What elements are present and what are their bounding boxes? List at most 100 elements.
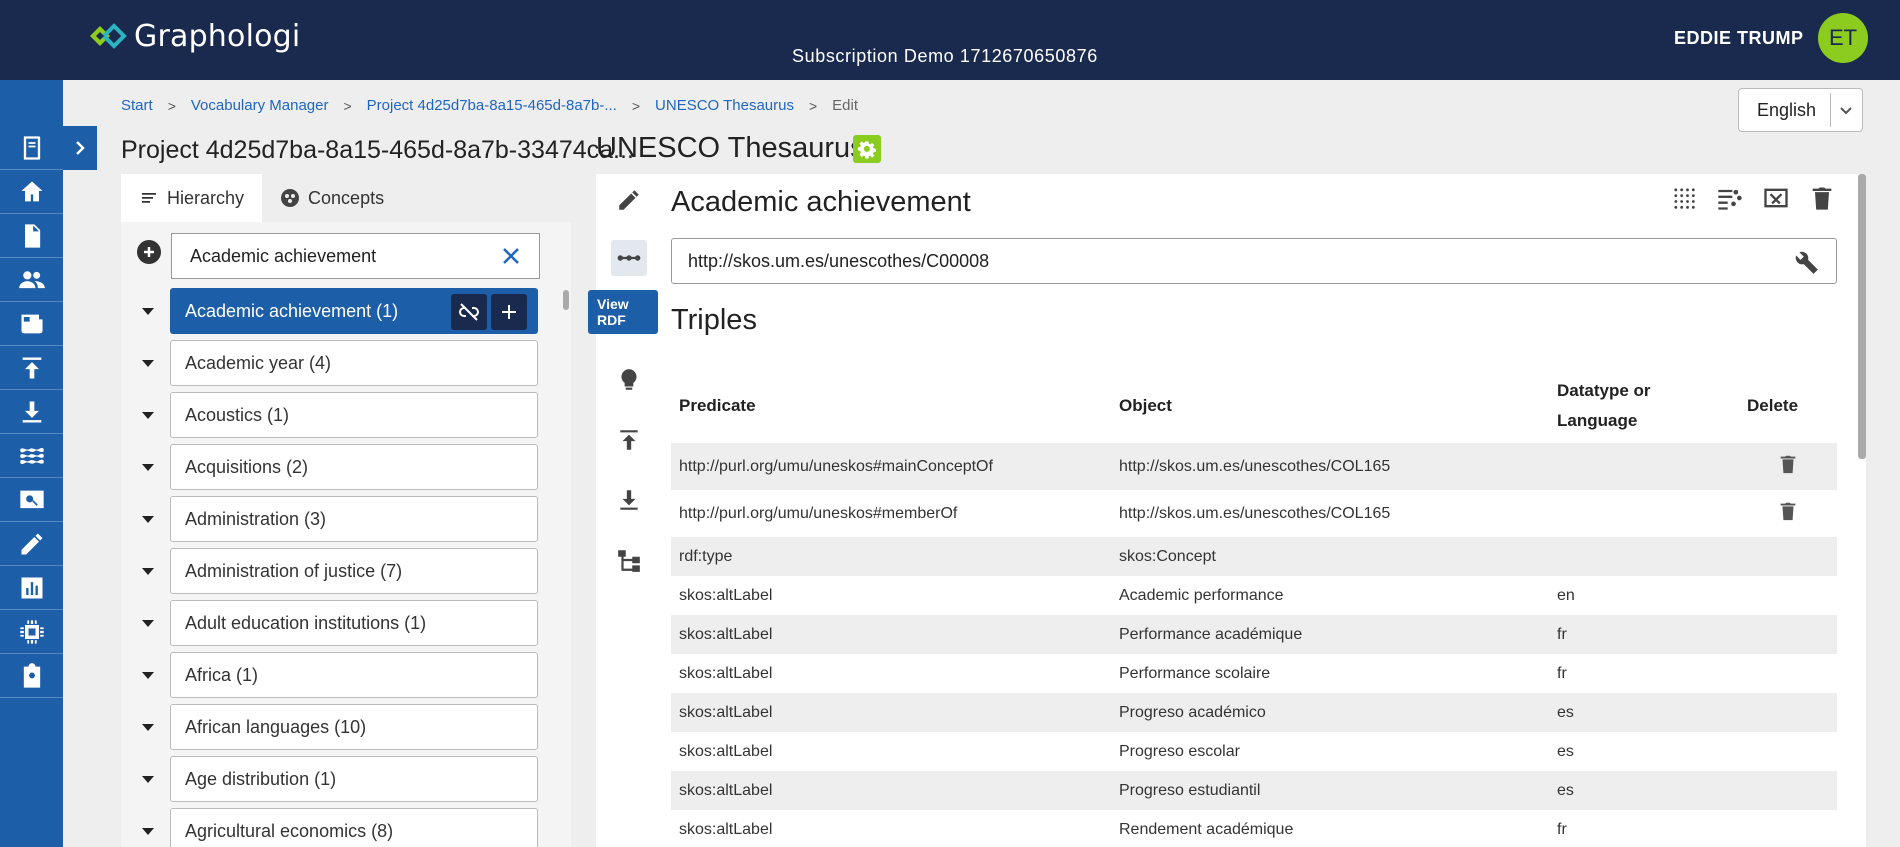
tree-row: Academic achievement (1) [121, 288, 561, 334]
tree-node[interactable]: Administration of justice (7) [170, 548, 538, 594]
waves-icon[interactable] [0, 434, 63, 478]
column-header-predicate[interactable]: Predicate [671, 368, 1111, 443]
column-header-object[interactable]: Object [1111, 368, 1549, 443]
cell-lang: fr [1557, 820, 1567, 838]
tree-node[interactable]: Administration (3) [170, 496, 538, 542]
wrench-icon[interactable] [1794, 249, 1820, 280]
tree-area: Academic achievement (1) Academic year (… [121, 222, 571, 847]
breadcrumb-current: Edit [832, 97, 859, 114]
table-row: http://purl.org/umu/uneskos#mainConceptO… [671, 443, 1837, 490]
newspaper-icon[interactable] [0, 302, 63, 346]
view-rdf-button[interactable] [611, 240, 647, 276]
column-header-datatype[interactable]: Datatype or Language [1549, 368, 1739, 443]
cell-lang: en [1557, 586, 1575, 604]
avatar[interactable]: ET [1818, 13, 1868, 63]
caret-down-icon[interactable] [141, 408, 155, 422]
chevron-right-icon [76, 141, 85, 155]
book-icon[interactable] [0, 126, 63, 170]
home-icon[interactable] [0, 170, 63, 214]
cell-predicate: skos:altLabel [679, 742, 773, 760]
tab-hierarchy[interactable]: Hierarchy [121, 174, 263, 222]
view-rdf-tooltip: View RDF [588, 290, 658, 334]
pencil-icon[interactable] [0, 522, 63, 566]
tree-search [171, 233, 540, 279]
caret-down-icon[interactable] [141, 616, 155, 630]
caret-down-icon[interactable] [141, 720, 155, 734]
nav-expand-button[interactable] [63, 126, 97, 170]
breadcrumb-start[interactable]: Start [121, 97, 153, 114]
caret-down-icon[interactable] [141, 668, 155, 682]
download-button[interactable] [611, 482, 647, 518]
upload-button[interactable] [611, 422, 647, 458]
download-icon [620, 490, 638, 510]
caret-down-icon[interactable] [141, 356, 155, 370]
breadcrumb-vocabulary[interactable]: UNESCO Thesaurus [655, 97, 794, 114]
close-icon[interactable] [499, 244, 523, 268]
cell-lang [1549, 490, 1739, 537]
trash-icon[interactable] [1808, 184, 1836, 212]
cell-predicate: http://purl.org/umu/uneskos#memberOf [679, 504, 958, 522]
triples-table: Predicate Object Datatype or Language Del… [671, 368, 1837, 847]
close-box-icon[interactable] [1762, 184, 1790, 212]
tree-scrollbar[interactable] [563, 290, 569, 310]
assignment-icon[interactable] [0, 654, 63, 698]
left-nav-rail [0, 80, 63, 847]
caret-down-icon[interactable] [141, 460, 155, 474]
breadcrumb-vocabulary-manager[interactable]: Vocabulary Manager [191, 97, 329, 114]
cell-delete [1739, 732, 1837, 771]
caret-down-icon[interactable] [141, 512, 155, 526]
upload-icon[interactable] [0, 346, 63, 390]
tree-row: Africa (1) [121, 652, 561, 698]
chip-icon[interactable] [0, 610, 63, 654]
add-child-button[interactable] [491, 294, 527, 330]
cell-predicate: http://purl.org/umu/uneskos#mainConceptO… [671, 443, 1111, 490]
tree-node[interactable]: Agricultural economics (8) [170, 808, 538, 847]
tree-node[interactable]: Age distribution (1) [170, 756, 538, 802]
caret-down-icon[interactable] [141, 824, 155, 838]
dots-grid-icon[interactable] [1670, 184, 1698, 212]
caret-down-icon[interactable] [141, 564, 155, 578]
tree-node-selected[interactable]: Academic achievement (1) [170, 288, 538, 334]
tree-node[interactable]: African languages (10) [170, 704, 538, 750]
cell-lang: es [1549, 693, 1739, 732]
tab-concepts[interactable]: Concepts [262, 174, 402, 222]
panel-scrollbar[interactable] [1858, 174, 1866, 459]
tree-row: Age distribution (1) [121, 756, 561, 802]
app-logo[interactable]: Graphologi [86, 18, 300, 54]
delete-row-button[interactable] [1739, 443, 1837, 490]
lightbulb-icon [621, 369, 637, 390]
suggest-button[interactable] [611, 362, 647, 398]
edit-button[interactable] [611, 182, 647, 218]
app-name: Graphologi [134, 18, 301, 54]
cell-predicate: skos:altLabel [671, 771, 1111, 810]
download-icon[interactable] [0, 390, 63, 434]
tree-node[interactable]: Africa (1) [170, 652, 538, 698]
language-select[interactable]: English [1738, 88, 1863, 132]
concept-uri-field[interactable]: http://skos.um.es/unescothes/C00008 [671, 238, 1837, 284]
user-name[interactable]: EDDIE TRUMP [1674, 28, 1804, 49]
document-icon[interactable] [0, 214, 63, 258]
tree-node[interactable]: Adult education institutions (1) [170, 600, 538, 646]
panel-tabs: Hierarchy Concepts [121, 174, 571, 222]
cell-lang: fr [1549, 615, 1739, 654]
hierarchy-panel: Hierarchy Concepts Academic achievement … [121, 174, 571, 847]
caret-down-icon[interactable] [141, 304, 155, 318]
breadcrumb-project[interactable]: Project 4d25d7ba-8a15-465d-8a7b-... [367, 97, 617, 114]
list-detail-icon[interactable] [1716, 184, 1744, 212]
search-screen-icon[interactable] [0, 478, 63, 522]
tree-node[interactable]: Academic year (4) [170, 340, 538, 386]
unlink-button[interactable] [451, 294, 487, 330]
tree-search-input[interactable] [172, 245, 482, 267]
delete-row-button[interactable] [1739, 490, 1837, 537]
tree-node-label: Academic achievement (1) [185, 300, 399, 321]
vocabulary-settings-button[interactable] [853, 135, 881, 163]
table-row: skos:altLabel Performance scolaire fr [671, 654, 1837, 693]
people-icon[interactable] [0, 258, 63, 302]
tree-node[interactable]: Acoustics (1) [170, 392, 538, 438]
hierarchy-view-button[interactable] [611, 542, 647, 578]
chart-icon[interactable] [0, 566, 63, 610]
cell-object: http://skos.um.es/unescothes/COL165 [1119, 504, 1391, 522]
caret-down-icon[interactable] [141, 772, 155, 786]
add-concept-button[interactable] [137, 240, 161, 264]
tree-node[interactable]: Acquisitions (2) [170, 444, 538, 490]
